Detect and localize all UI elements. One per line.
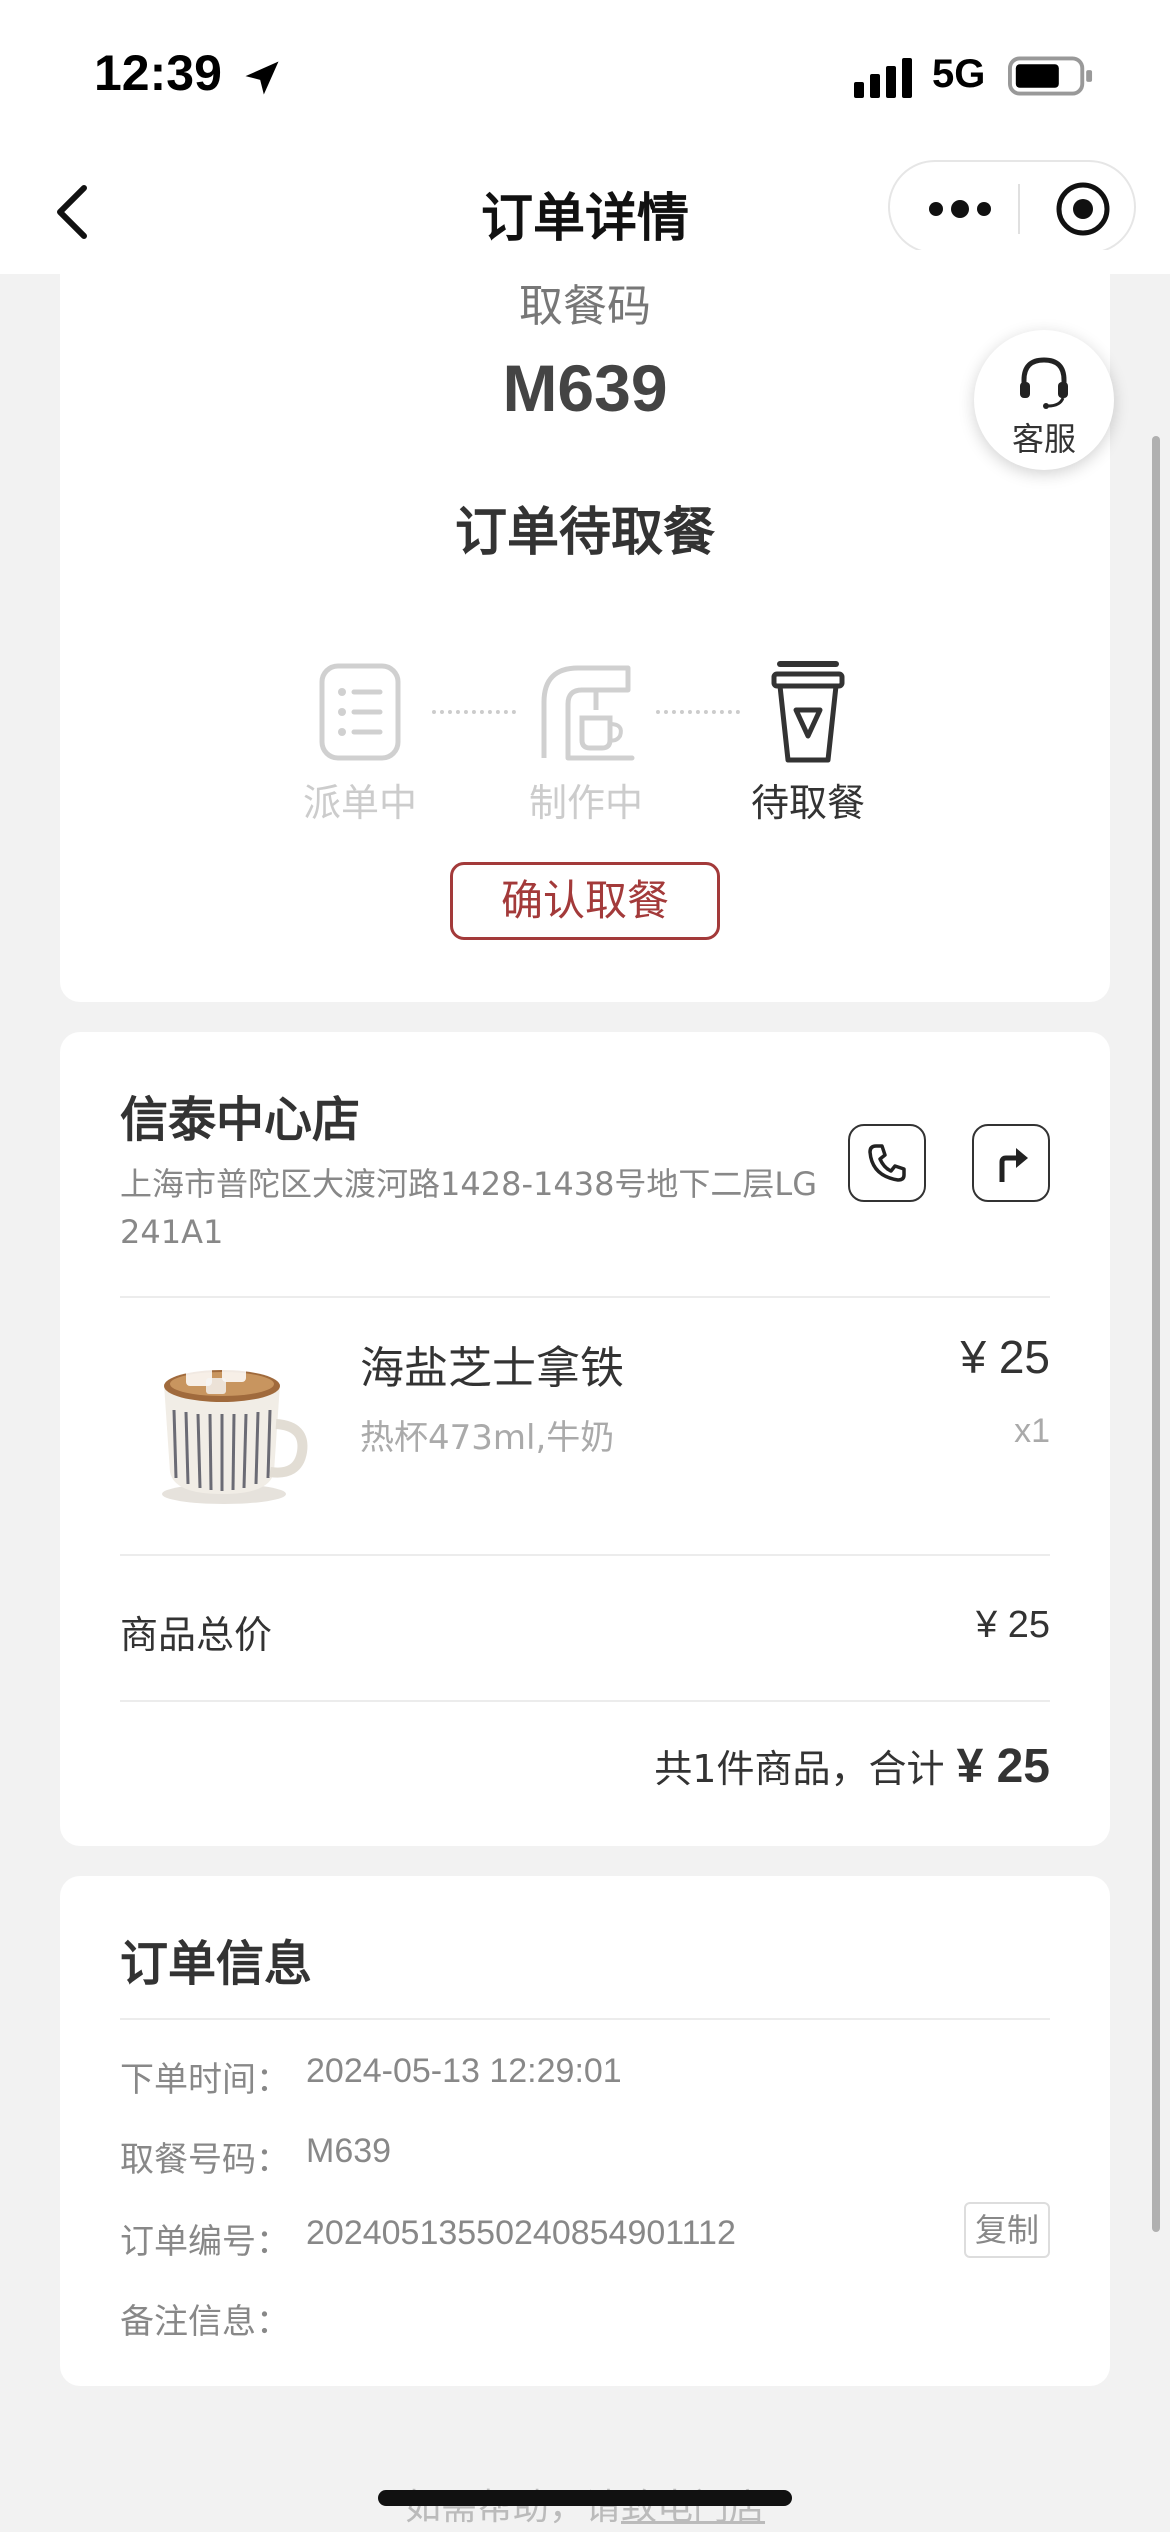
info-row-pickup-number: 取餐号码： M639 bbox=[120, 2132, 1050, 2182]
scrollbar[interactable] bbox=[1152, 436, 1160, 2232]
capsule-divider bbox=[1018, 184, 1020, 234]
navigation-icon bbox=[999, 1148, 1028, 1182]
network-type: 5G bbox=[932, 52, 986, 96]
product-name: 海盐芝士拿铁 bbox=[360, 1343, 624, 1394]
pickup-code-label: 取餐码 bbox=[519, 281, 651, 332]
more-dots-icon[interactable] bbox=[926, 192, 994, 226]
phone-icon bbox=[868, 1144, 906, 1182]
copy-order-number-button[interactable]: 复制 bbox=[964, 2202, 1050, 2258]
order-info-card: 订单信息 下单时间： 2024-05-13 12:29:01 取餐号码： M63… bbox=[60, 1876, 1110, 2386]
divider bbox=[120, 1296, 1050, 1298]
customer-service-label: 客服 bbox=[1011, 420, 1076, 458]
cup-icon bbox=[771, 661, 845, 763]
target-icon[interactable] bbox=[1054, 180, 1112, 238]
coffee-machine-icon bbox=[541, 665, 635, 761]
mini-program-capsule bbox=[888, 160, 1136, 254]
location-arrow-icon bbox=[245, 61, 279, 95]
total-amount: ¥ 25 bbox=[956, 1740, 1050, 1793]
store-address: 上海市普陀区大渡河路1428-1438号地下二层LG241A1 bbox=[120, 1165, 818, 1251]
subtotal-value: ¥ 25 bbox=[976, 1604, 1050, 1646]
pickup-code: M639 bbox=[502, 351, 668, 425]
status-time: 12:39 bbox=[94, 45, 222, 101]
product-price: ¥ 25 bbox=[960, 1331, 1050, 1383]
call-store-button[interactable] bbox=[848, 1124, 926, 1202]
total-prefix: 共1件商品，合计 bbox=[654, 1747, 945, 1791]
info-key: 订单编号： bbox=[120, 2222, 290, 2262]
divider bbox=[120, 2018, 1050, 2020]
signal-icon bbox=[854, 58, 912, 98]
status-bar: 12:39 5G bbox=[0, 0, 1170, 150]
customer-service-button[interactable]: 客服 bbox=[974, 330, 1114, 470]
info-key: 取餐号码： bbox=[120, 2140, 290, 2180]
order-status-title: 订单待取餐 bbox=[454, 503, 715, 563]
subtotal-label: 商品总价 bbox=[120, 1613, 273, 1657]
divider bbox=[120, 1700, 1050, 1702]
info-value: M639 bbox=[306, 2132, 392, 2170]
info-key: 备注信息： bbox=[120, 2302, 290, 2342]
order-list-icon bbox=[319, 663, 401, 761]
step-label-ready: 待取餐 bbox=[750, 781, 865, 825]
step-connector bbox=[432, 710, 516, 714]
info-value: 20240513550240854901112 bbox=[306, 2214, 736, 2252]
pickup-status-card: 取餐码 M639 订单待取餐 派单中 制作中 待取餐 确认取餐 bbox=[60, 250, 1110, 1002]
store-name: 信泰中心店 bbox=[120, 1092, 361, 1148]
info-row-order-number: 订单编号： 20240513550240854901112 复制 bbox=[120, 2202, 1050, 2264]
info-row-order-time: 下单时间： 2024-05-13 12:29:01 bbox=[120, 2052, 1050, 2102]
product-quantity: x1 bbox=[1014, 1412, 1050, 1450]
info-key: 下单时间： bbox=[120, 2060, 290, 2100]
confirm-pickup-button[interactable]: 确认取餐 bbox=[450, 862, 720, 940]
info-row-remarks: 备注信息： bbox=[120, 2294, 1050, 2344]
step-label-dispatch: 派单中 bbox=[302, 781, 417, 825]
product-spec: 热杯473ml,牛奶 bbox=[360, 1418, 615, 1458]
home-indicator[interactable] bbox=[378, 2490, 792, 2506]
step-label-making: 制作中 bbox=[528, 781, 643, 825]
headset-icon bbox=[1020, 357, 1068, 409]
info-value: 2024-05-13 12:29:01 bbox=[306, 2052, 622, 2090]
step-connector bbox=[656, 710, 740, 714]
order-info-title: 订单信息 bbox=[120, 1936, 313, 1992]
order-total: 共1件商品，合计 ¥ 25 bbox=[654, 1738, 1050, 1794]
navigate-store-button[interactable] bbox=[972, 1124, 1050, 1202]
battery-icon bbox=[1008, 56, 1093, 96]
product-image bbox=[162, 1358, 308, 1504]
divider bbox=[120, 1554, 1050, 1556]
store-order-card: 信泰中心店 上海市普陀区大渡河路1428-1438号地下二层LG241A1 海盐… bbox=[60, 1032, 1110, 1846]
